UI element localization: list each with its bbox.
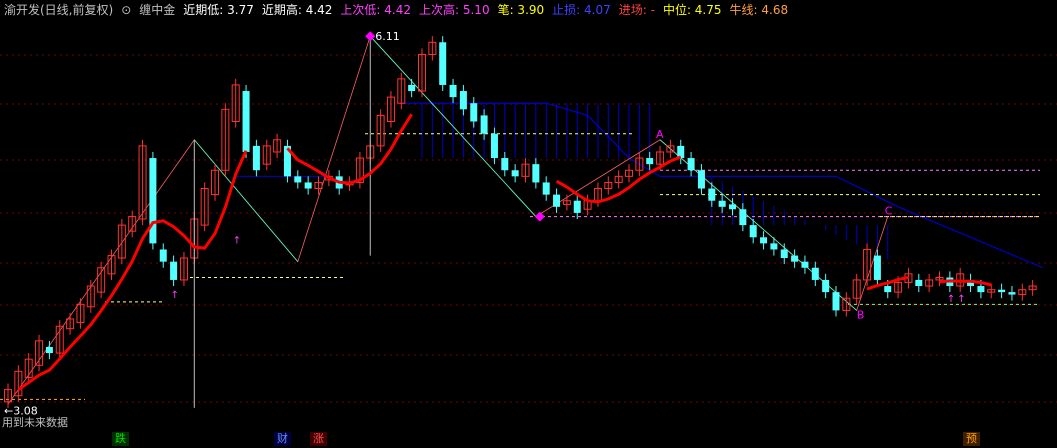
candle-body: [697, 170, 705, 189]
candle-body: [449, 84, 457, 98]
candle-body: [760, 237, 768, 244]
zigzag-line: [7, 35, 889, 405]
recent-high: 近期高: 4.42: [261, 3, 333, 17]
pivot-diamond: [534, 211, 545, 222]
candle-body: [811, 267, 819, 280]
signal-arrow: ↑: [171, 290, 179, 301]
candle-body: [501, 158, 509, 171]
marker-yu[interactable]: 预: [963, 432, 980, 446]
candle-body: [149, 158, 157, 244]
candle-body: [294, 176, 302, 183]
entry-value: 进场: -: [618, 3, 655, 17]
pivot-b-label: B: [857, 308, 865, 321]
candle-body: [490, 133, 498, 159]
prev-low: 上次低: 4.42: [340, 3, 411, 17]
marker-zhang[interactable]: 涨: [310, 432, 327, 446]
candle-body: [718, 200, 726, 207]
candle-body: [749, 225, 757, 238]
candle-body: [739, 209, 747, 226]
candle-body: [770, 243, 778, 250]
candle-body: [553, 194, 561, 207]
bull-line: [286, 113, 413, 185]
recent-low: 近期低: 3.77: [183, 3, 254, 17]
candle-body: [687, 158, 695, 171]
high-label: 6.11: [375, 30, 400, 43]
candle-body: [791, 255, 799, 262]
candle-body: [977, 286, 985, 293]
candle-body: [708, 188, 716, 201]
candle-body: [439, 42, 447, 85]
candle-body: [915, 279, 923, 287]
midline-value: 中位: 4.75: [662, 3, 722, 17]
signal-arrow: ↑: [233, 235, 241, 246]
candle-body: [170, 261, 178, 280]
candle-body: [822, 279, 830, 293]
zigzag-line: [369, 35, 537, 217]
candle-body: [242, 91, 250, 152]
candle-body: [459, 91, 467, 110]
candle-body: [832, 292, 840, 311]
candle-body: [511, 170, 519, 177]
candle-body: [252, 145, 260, 171]
signal-arrow: ↑: [957, 294, 965, 305]
pivot-a-label: A: [656, 128, 664, 141]
footer-note: 用到未来数据: [2, 416, 68, 429]
candle-body: [729, 204, 736, 210]
bull-line-value: 牛线: 4.68: [729, 3, 789, 17]
candle-body: [646, 158, 654, 165]
candle-body: [408, 84, 416, 92]
candle-body: [998, 289, 1006, 293]
prev-high: 上次高: 5.10: [419, 3, 490, 17]
stop-loss-value: 止损: 4.07: [552, 3, 611, 17]
indicator-header: 渝开发(日线,前复权) ⊙ 缠中金 近期低: 3.77 近期高: 4.42 上次…: [4, 2, 788, 18]
candle-body: [542, 182, 550, 195]
candle-body: [532, 164, 540, 183]
stroke-value: 笔: 3.90: [497, 3, 545, 17]
candle-body: [480, 115, 488, 134]
candlestick-chart[interactable]: 6.11←3.08ABC↑↑↑ ↑: [0, 0, 1057, 448]
indicator-name[interactable]: 缠中金: [139, 2, 175, 18]
marker-cai[interactable]: 财: [274, 432, 291, 446]
candle-body: [884, 286, 892, 293]
candle-body: [873, 255, 881, 280]
candle-body: [780, 249, 788, 258]
marker-die[interactable]: 跌: [112, 432, 129, 446]
signal-arrow: ↑: [947, 294, 955, 305]
candle-body: [304, 182, 312, 189]
pivot-c-label: C: [885, 205, 893, 218]
candle-body: [801, 261, 809, 268]
candle-body: [159, 249, 167, 262]
candle-body: [573, 200, 581, 213]
candle-body: [1008, 292, 1016, 295]
candle-body: [45, 346, 53, 354]
chevron-down-icon[interactable]: ⊙: [121, 2, 131, 18]
candle-body: [470, 103, 478, 122]
stock-title[interactable]: 渝开发(日线,前复权): [4, 2, 113, 18]
